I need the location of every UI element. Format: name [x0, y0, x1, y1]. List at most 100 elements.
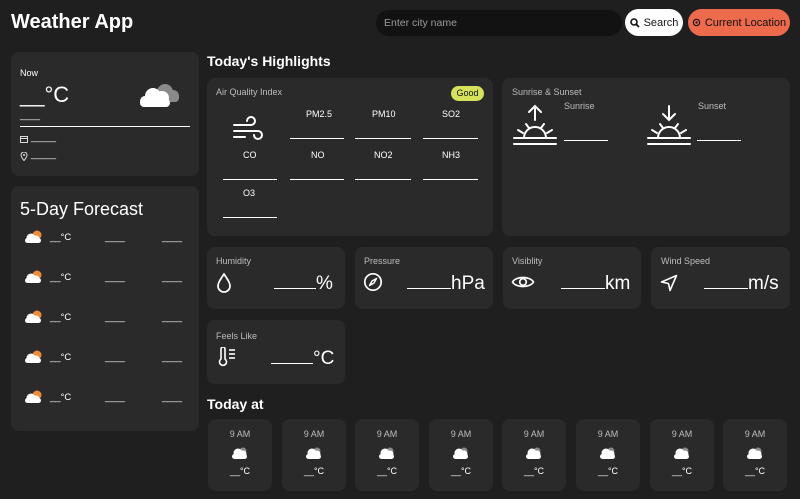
feels-like-card: Feels Like °C [207, 320, 345, 384]
wind-speed-card: Wind Speed m/s [651, 247, 790, 309]
hourly-time: 9 AM [229, 429, 251, 439]
forecast-temp: __°C [50, 311, 72, 323]
hourly-card: 9 AM __°C [429, 419, 493, 491]
visibility-card: Visiblity km [503, 247, 641, 309]
forecast-row: __°C ____ ____ [23, 229, 202, 245]
search-icon [629, 17, 640, 28]
feels-unit: °C [313, 348, 335, 369]
cloud-icon [526, 447, 541, 459]
hourly-time: 9 AM [450, 429, 472, 439]
forecast-day: ____ [162, 272, 183, 282]
thermometer-icon [218, 347, 235, 367]
feels-title: Feels Like [216, 331, 258, 341]
forecast-row: __°C ____ ____ [23, 309, 202, 325]
hourly-card: 9 AM __°C [502, 419, 566, 491]
search-input[interactable] [376, 10, 622, 36]
cloud-icon [600, 447, 615, 459]
forecast-day: ____ [162, 312, 183, 322]
compass-icon [363, 272, 383, 292]
hourly-time: 9 AM [671, 429, 693, 439]
aqi-value-o3 [223, 217, 277, 218]
aqi-status-badge: Good [451, 86, 484, 101]
cloud-icon [453, 447, 468, 459]
hourly-card: 9 AM __°C [208, 419, 272, 491]
search-field[interactable] [376, 10, 622, 36]
cloud-icon [232, 447, 247, 459]
hourly-temp: __°C [597, 466, 619, 476]
now-card: Now __°C ____ _____ _____ [11, 52, 199, 176]
forecast-temp: __°C [50, 231, 72, 243]
forecast-temp: __°C [50, 271, 72, 283]
aqi-value-no [290, 179, 344, 180]
hourly-card: 9 AM __°C [576, 419, 640, 491]
cloud-sun-icon [25, 390, 42, 403]
aqi-value-no2 [355, 179, 411, 180]
sunrise-label: Sunrise [564, 101, 595, 111]
aqi-label-so2: SO2 [442, 109, 461, 119]
app-title: Weather App [11, 11, 134, 33]
humidity-value: % [274, 273, 333, 295]
hourly-card: 9 AM __°C [282, 419, 346, 491]
sunrise-sunset-card: Sunrise & Sunset Sunrise Sunset [502, 78, 790, 236]
aqi-value-pm25 [290, 138, 344, 139]
aqi-label-nh3: NH3 [442, 150, 461, 160]
sunrise-time [564, 140, 608, 141]
forecast-date: ____ [105, 312, 126, 322]
forecast-temp: __°C [50, 351, 72, 363]
air-quality-card: Air Quality Index Good PM2.5 PM10 SO2 CO… [207, 78, 493, 236]
hourly-temp: __°C [376, 466, 398, 476]
hourly-time: 9 AM [744, 429, 766, 439]
cloud-icon [379, 447, 394, 459]
visibility-unit: km [605, 273, 631, 294]
humidity-card: Humidity % [207, 247, 345, 309]
current-location-label: Current Location [704, 16, 787, 29]
pressure-card: Pressure hPa [355, 247, 493, 309]
hourly-time: 9 AM [597, 429, 619, 439]
pressure-value: hPa [407, 273, 485, 295]
aqi-value-co [223, 179, 277, 180]
forecast-date: ____ [105, 272, 126, 282]
aqi-label-pm25: PM2.5 [306, 109, 333, 119]
now-location: _____ [31, 149, 57, 159]
feels-value: °C [271, 348, 334, 370]
aqi-label-pm10: PM10 [372, 109, 396, 119]
hourly-card: 9 AM __°C [355, 419, 419, 491]
navigation-arrow-icon [660, 274, 678, 292]
weather-description: ____ [20, 110, 41, 120]
search-button[interactable]: Search [625, 9, 683, 36]
sunrise-icon [513, 104, 557, 145]
sunset-icon [647, 105, 691, 145]
hourly-temp: __°C [303, 466, 325, 476]
forecast-day: ____ [162, 232, 183, 242]
cloud-sun-icon [25, 270, 42, 283]
hourly-time: 9 AM [376, 429, 398, 439]
wind-title: Wind Speed [661, 256, 711, 266]
wind-value: m/s [704, 273, 779, 295]
calendar-icon [20, 136, 28, 143]
now-date: _____ [31, 132, 57, 142]
aqi-value-so2 [423, 138, 478, 139]
today-at-title: Today at [207, 396, 264, 412]
highlights-title: Today's Highlights [207, 53, 331, 69]
pressure-unit: hPa [451, 273, 485, 294]
search-button-label: Search [643, 16, 679, 29]
current-location-button[interactable]: Current Location [688, 9, 790, 36]
humidity-title: Humidity [216, 256, 252, 266]
forecast-row: __°C ____ ____ [23, 269, 202, 285]
sunset-label: Sunset [698, 101, 727, 111]
hourly-temp: __°C [523, 466, 545, 476]
aqi-label-co: CO [243, 150, 257, 160]
forecast-date: ____ [105, 392, 126, 402]
visibility-value: km [561, 273, 630, 295]
cloud-icon [306, 447, 321, 459]
aqi-title: Air Quality Index [216, 87, 283, 97]
now-divider [20, 126, 190, 127]
sunset-time [697, 140, 741, 141]
humidity-unit: % [316, 273, 333, 294]
hourly-temp: __°C [671, 466, 693, 476]
forecast-title: 5-Day Forecast [20, 199, 144, 219]
hourly-temp: __°C [229, 466, 251, 476]
aqi-value-pm10 [355, 138, 411, 139]
hourly-time: 9 AM [303, 429, 325, 439]
cloud-sun-icon [25, 230, 42, 243]
